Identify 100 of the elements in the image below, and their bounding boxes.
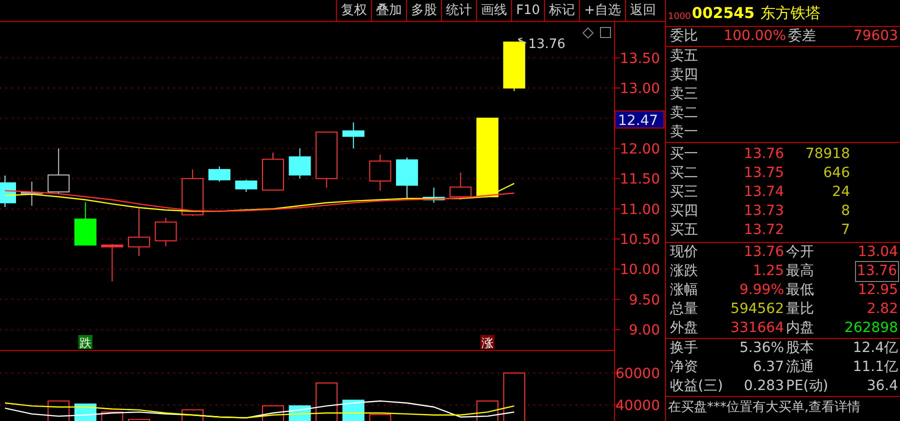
field-label: 净资 xyxy=(670,359,698,375)
candlestick xyxy=(154,217,177,247)
order-label: 买一 xyxy=(670,145,699,164)
candlestick xyxy=(182,169,204,217)
candlestick xyxy=(48,148,70,194)
field-label: 委比 xyxy=(670,28,698,44)
field-value: 12.95 xyxy=(858,281,898,300)
field-label: 涨跌 xyxy=(670,263,698,279)
field-value: 13.76 xyxy=(856,262,898,281)
field-label: 换手 xyxy=(670,340,698,356)
order-price: 13.73 xyxy=(744,202,784,221)
order-volume: 78918 xyxy=(805,145,850,164)
candlestick xyxy=(316,132,338,188)
order-label: 买三 xyxy=(670,183,699,202)
axis-label: 9.50 xyxy=(628,292,660,308)
field-value: 100.00% xyxy=(724,27,786,46)
field-label: 现价 xyxy=(670,244,698,260)
axis-label: 40000 xyxy=(615,398,660,414)
candlestick xyxy=(262,152,284,192)
field-value: 2.82 xyxy=(866,300,898,319)
field-value: 262898 xyxy=(844,319,898,338)
candlestick xyxy=(450,172,472,200)
field-label: 股本 xyxy=(786,340,814,356)
field-value: 9.99% xyxy=(740,281,784,300)
order-label: 卖二 xyxy=(670,104,699,123)
volume-bar xyxy=(316,382,338,421)
field-label: 总量 xyxy=(670,301,698,317)
candlestick xyxy=(369,154,392,192)
field-value: 36.4 xyxy=(866,377,898,396)
axis-label: 13.50 xyxy=(620,50,660,67)
volume-bar xyxy=(182,409,204,421)
field-value: 5.36% xyxy=(740,339,784,358)
candlestick xyxy=(342,122,364,149)
diamond-icon[interactable] xyxy=(582,27,594,39)
order-volume: 24 xyxy=(832,183,850,202)
order-label: 买五 xyxy=(670,221,699,240)
field-label: 内盘 xyxy=(786,320,814,336)
volume-bar xyxy=(342,400,364,421)
square-icon[interactable] xyxy=(600,27,611,38)
leader-line xyxy=(518,38,527,44)
order-price: 13.76 xyxy=(744,145,784,164)
volume-bar xyxy=(369,414,392,421)
field-label: 外盘 xyxy=(670,320,698,336)
order-volume: 8 xyxy=(841,202,850,221)
price-tag: 12.47 xyxy=(614,110,664,129)
candlestick xyxy=(503,42,526,92)
market-code: 1000 xyxy=(668,10,691,24)
field-label: 涨幅 xyxy=(670,282,698,298)
candlestick xyxy=(0,175,16,208)
stock-name: 东方铁塔 xyxy=(760,2,821,24)
volume-bar xyxy=(128,418,150,421)
candlestick xyxy=(235,179,258,192)
field-label: 量比 xyxy=(786,301,814,317)
field-label: PE(动) xyxy=(786,378,828,394)
axis-label: 10.50 xyxy=(620,232,660,248)
field-value: 12.4亿 xyxy=(852,339,898,358)
axis-label: 11.50 xyxy=(620,172,660,188)
order-label: 卖一 xyxy=(670,123,699,142)
signal-marker: 跌 xyxy=(78,335,92,350)
order-price: 13.75 xyxy=(744,164,784,183)
axis-label: 11.00 xyxy=(620,202,660,218)
candlestick xyxy=(422,187,445,204)
axis-label: 10.00 xyxy=(620,262,660,278)
field-label: 今开 xyxy=(786,244,814,260)
candlestick xyxy=(396,156,418,200)
candlestick xyxy=(288,148,311,180)
field-label: 最低 xyxy=(786,282,814,298)
field-value: 1.25 xyxy=(752,262,784,281)
field-value: 79603 xyxy=(853,27,898,46)
field-value: 6.37 xyxy=(752,358,784,377)
stock-code: 002545 xyxy=(692,2,755,24)
candlestick xyxy=(20,181,43,206)
field-value: 13.76 xyxy=(744,243,784,262)
field-value: 13.04 xyxy=(858,243,898,262)
notice-text: 在买盘***位置有大买单,查看详情 xyxy=(667,399,862,417)
candlestick xyxy=(74,202,96,246)
order-volume: 646 xyxy=(823,164,850,183)
candlestick xyxy=(208,166,230,182)
field-label: 最高 xyxy=(786,263,814,279)
field-label: 委差 xyxy=(788,28,816,44)
order-volume: 7 xyxy=(841,221,850,240)
field-value: 11.1亿 xyxy=(852,358,898,377)
candlestick xyxy=(101,243,124,282)
axis-label: 60000 xyxy=(615,366,660,382)
field-label: 流通 xyxy=(786,359,814,375)
axis-label: 12.00 xyxy=(620,141,660,158)
order-label: 买二 xyxy=(670,164,699,183)
order-price: 13.74 xyxy=(744,183,784,202)
axis-label: 9.00 xyxy=(628,322,660,339)
field-value: 331664 xyxy=(730,319,784,338)
order-label: 卖五 xyxy=(670,47,699,66)
field-value: 594562 xyxy=(730,300,784,319)
volume-bar xyxy=(503,372,526,421)
field-value: 0.283 xyxy=(744,377,784,396)
axis-label: 13.00 xyxy=(620,81,660,97)
signal-marker: 涨 xyxy=(480,335,494,350)
candlestick xyxy=(128,208,150,256)
field-label: 收益(三) xyxy=(670,378,723,394)
order-label: 卖三 xyxy=(670,85,699,104)
order-label: 买四 xyxy=(670,202,699,221)
